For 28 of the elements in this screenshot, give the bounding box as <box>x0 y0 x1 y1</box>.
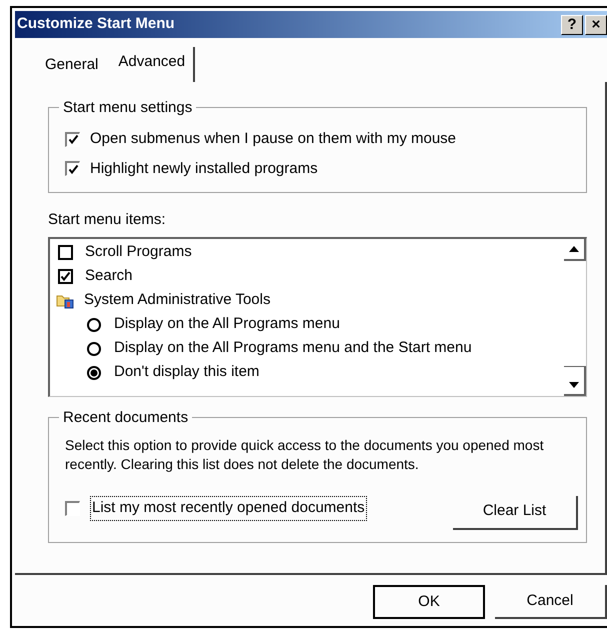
ok-button[interactable]: OK <box>373 585 485 619</box>
scrollbar[interactable] <box>562 238 586 396</box>
list-item-label[interactable]: Scroll Programs <box>85 241 192 264</box>
cancel-button[interactable]: Cancel <box>495 585 607 619</box>
checkbox[interactable] <box>58 269 73 284</box>
list-item-label[interactable]: System Administrative Tools <box>84 289 270 312</box>
list-item-label[interactable]: Display on the All Programs menu <box>114 313 340 336</box>
folder-tools-icon <box>56 292 74 308</box>
scroll-up-icon[interactable] <box>564 238 586 260</box>
checkbox-label[interactable]: Highlight newly installed programs <box>90 158 318 180</box>
group-title: Start menu settings <box>59 98 196 118</box>
clear-list-button[interactable]: Clear List <box>453 496 578 530</box>
close-button[interactable]: × <box>585 14 607 34</box>
scroll-down-icon[interactable] <box>564 366 586 396</box>
checkbox[interactable] <box>58 245 73 260</box>
description-text: Select this option to provide quick access to the documents you opened most recently. Clearing this list does not delete the documents. <box>65 436 545 474</box>
list-item-label[interactable]: Display on the All Programs menu and the Start menu <box>114 337 472 360</box>
list-item-label[interactable]: Don't display this item <box>114 361 260 384</box>
radio-button[interactable] <box>86 340 102 356</box>
list-label: Start menu items: <box>48 210 167 230</box>
radio-button[interactable] <box>86 316 102 332</box>
radio-button[interactable] <box>86 364 102 380</box>
window-title: Customize Start Menu <box>17 14 175 34</box>
help-button[interactable]: ? <box>561 14 583 34</box>
tab[interactable]: General <box>37 50 106 82</box>
checkbox-label[interactable]: Open submenus when I pause on them with my mouse <box>90 128 456 150</box>
list-item-label[interactable]: Search <box>85 265 133 288</box>
checkbox-label[interactable]: List my most recently opened documents <box>90 496 367 521</box>
